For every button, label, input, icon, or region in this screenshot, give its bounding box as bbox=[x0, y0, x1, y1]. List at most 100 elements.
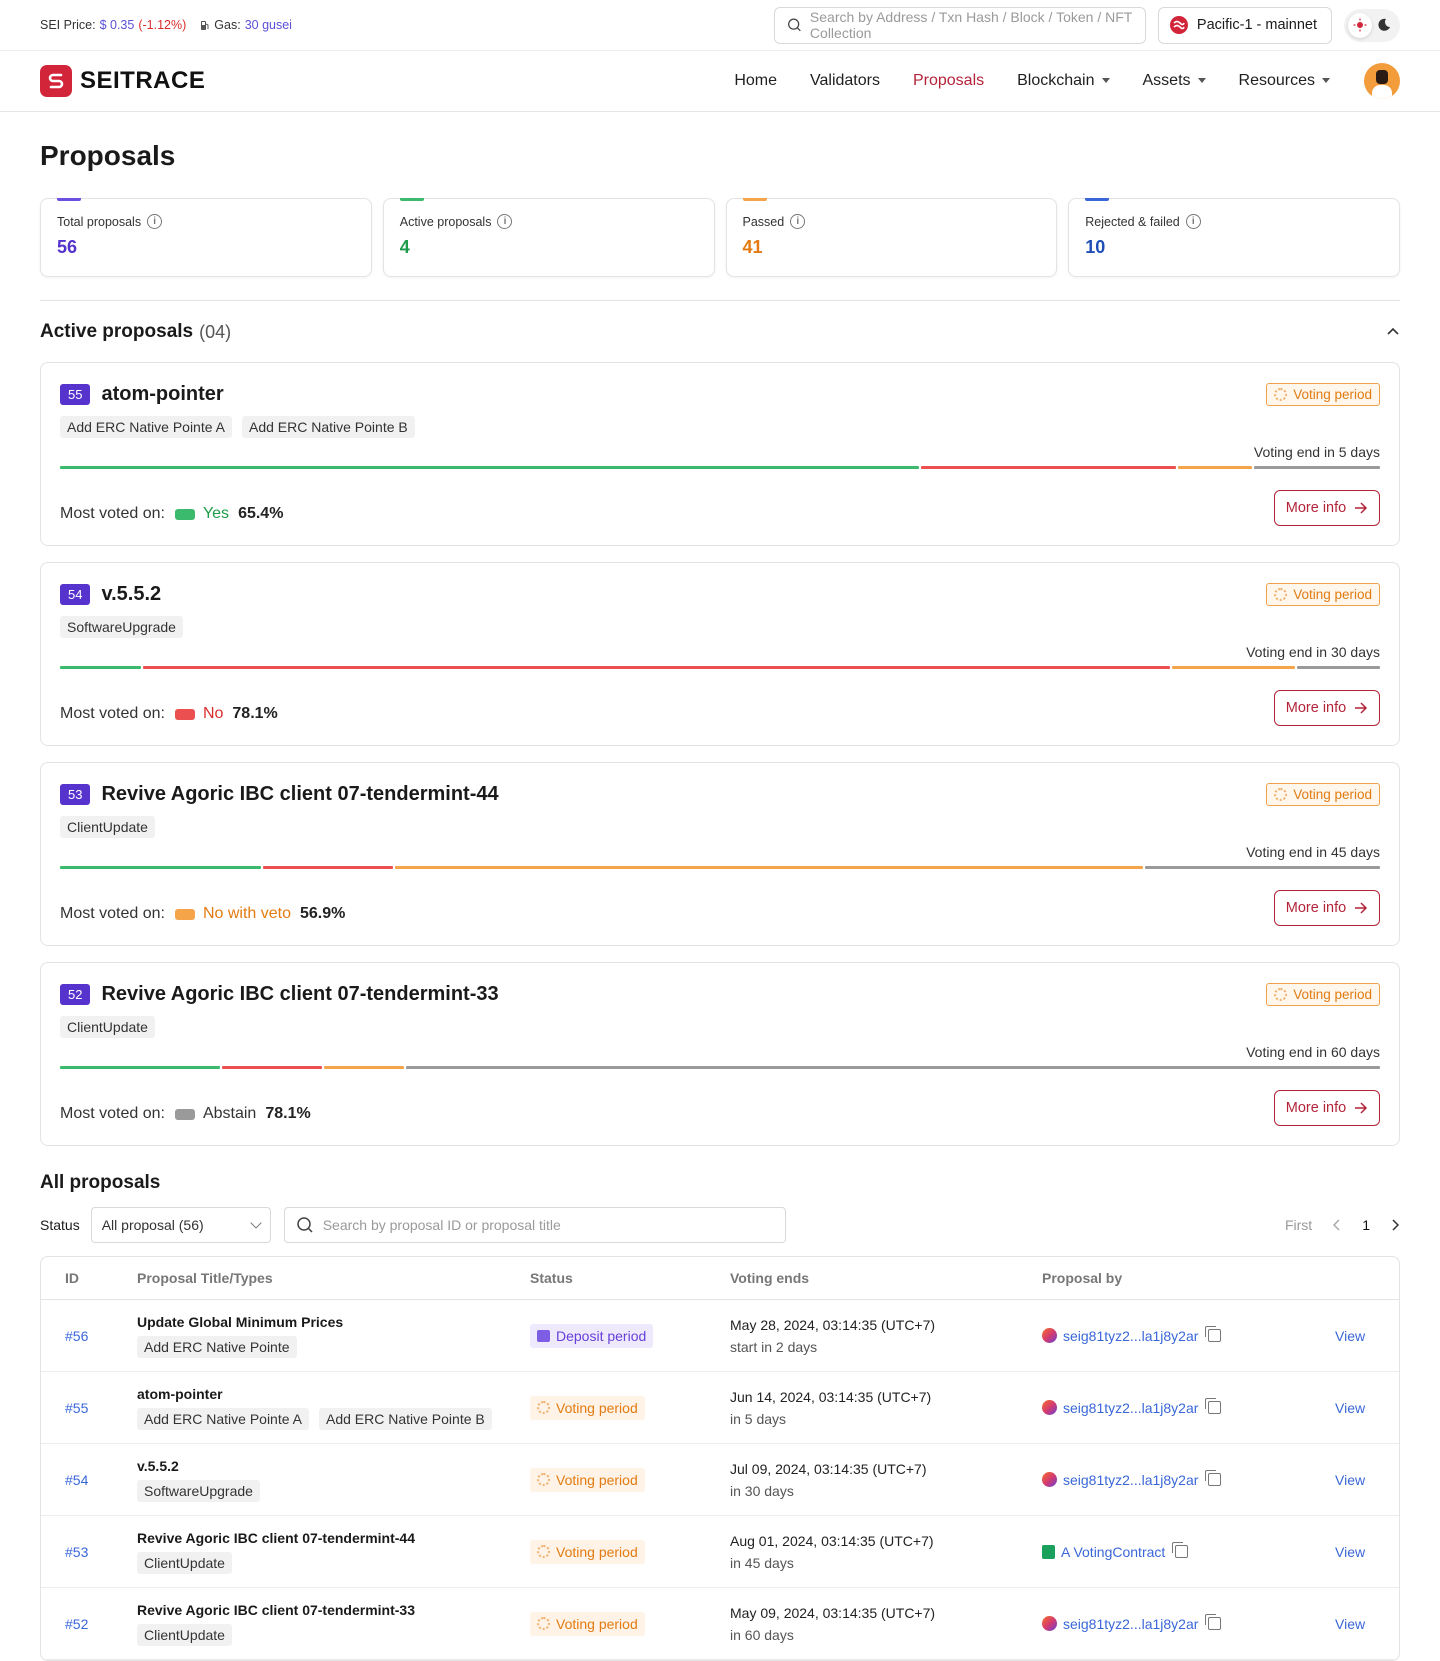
sei-price-value: $ 0.35 bbox=[99, 18, 135, 32]
theme-toggle[interactable] bbox=[1344, 8, 1400, 42]
voting-end-relative: in 60 days bbox=[730, 1626, 794, 1643]
proposal-title[interactable]: v.5.5.2 bbox=[137, 1458, 530, 1474]
vote-bar-yes bbox=[60, 666, 142, 669]
voting-end-text: Voting end in 30 days bbox=[1246, 644, 1380, 660]
proposer-link[interactable]: A VotingContract bbox=[1061, 1544, 1165, 1560]
global-search-placeholder: Search by Address / Txn Hash / Block / T… bbox=[809, 9, 1133, 41]
nav-validators[interactable]: Validators bbox=[810, 72, 880, 90]
chevron-left-icon[interactable] bbox=[1332, 1219, 1342, 1231]
voting-ends-cell: May 09, 2024, 03:14:35 (UTC+7) in 60 day… bbox=[730, 1605, 1042, 1643]
copy-icon[interactable] bbox=[1205, 1398, 1222, 1414]
copy-icon[interactable] bbox=[1205, 1326, 1222, 1342]
status-badge: Voting period bbox=[530, 1467, 645, 1492]
table-body: #56 Update Global Minimum Prices Add ERC… bbox=[41, 1300, 1399, 1660]
seitrace-logo[interactable]: SEITRACE bbox=[40, 65, 205, 97]
voting-end-date: May 09, 2024, 03:14:35 (UTC+7) bbox=[730, 1604, 936, 1621]
proposal-title[interactable]: Revive Agoric IBC client 07-tendermint-3… bbox=[137, 1602, 530, 1618]
brand-name: SEITRACE bbox=[80, 67, 206, 94]
proposer-link[interactable]: seig81tyz2...la1j8y2ar bbox=[1063, 1328, 1198, 1344]
active-proposal-card: 53 Revive Agoric IBC client 07-tendermin… bbox=[40, 762, 1400, 946]
divider bbox=[40, 300, 1400, 301]
proposal-title[interactable]: Revive Agoric IBC client 07-tendermint-3… bbox=[101, 983, 498, 1006]
chevron-up-icon[interactable] bbox=[1386, 325, 1400, 339]
copy-icon[interactable] bbox=[1205, 1614, 1222, 1630]
proposal-title[interactable]: atom-pointer bbox=[137, 1386, 530, 1402]
proposal-type-tag: Add ERC Native Pointe B bbox=[318, 1407, 492, 1430]
more-info-button[interactable]: More info bbox=[1274, 690, 1380, 726]
proposal-title[interactable]: v.5.5.2 bbox=[101, 583, 161, 606]
active-proposal-card: 52 Revive Agoric IBC client 07-tendermin… bbox=[40, 962, 1400, 1146]
nav-home[interactable]: Home bbox=[734, 72, 777, 90]
proposal-search-input[interactable]: Search by proposal ID or proposal title bbox=[283, 1207, 786, 1243]
gas-info: Gas: 30 gusei bbox=[200, 18, 292, 32]
status-select[interactable]: All proposal (56) bbox=[90, 1207, 271, 1243]
view-link[interactable]: View bbox=[1335, 1472, 1399, 1488]
view-link[interactable]: View bbox=[1335, 1400, 1399, 1416]
proposal-title[interactable]: Update Global Minimum Prices bbox=[137, 1314, 530, 1330]
moon-icon[interactable] bbox=[1372, 13, 1396, 38]
global-search-input[interactable]: Search by Address / Txn Hash / Block / T… bbox=[773, 6, 1146, 44]
stat-value: 56 bbox=[57, 237, 78, 257]
info-icon[interactable]: i bbox=[147, 214, 163, 229]
view-link[interactable]: View bbox=[1335, 1616, 1399, 1632]
page-title: Proposals bbox=[40, 140, 176, 171]
nav-assets[interactable]: Assets bbox=[1143, 72, 1206, 90]
most-voted-label: Most voted on: bbox=[60, 505, 165, 522]
proposer-link[interactable]: seig81tyz2...la1j8y2ar bbox=[1063, 1616, 1198, 1632]
more-info-button[interactable]: More info bbox=[1274, 490, 1380, 526]
more-info-button[interactable]: More info bbox=[1274, 1090, 1380, 1126]
voting-end-text: Voting end in 45 days bbox=[1246, 844, 1380, 860]
proposal-type-tag: Add ERC Native Pointe A bbox=[60, 416, 232, 438]
copy-icon[interactable] bbox=[1205, 1470, 1222, 1486]
most-voted: Most voted on: No 78.1% bbox=[60, 705, 278, 723]
proposal-id-badge: 54 bbox=[60, 584, 91, 605]
proposal-title[interactable]: Revive Agoric IBC client 07-tendermint-4… bbox=[101, 783, 498, 806]
vote-bar-no bbox=[143, 666, 1170, 669]
proposal-title[interactable]: atom-pointer bbox=[101, 383, 223, 406]
proposal-id-link[interactable]: #55 bbox=[41, 1400, 137, 1416]
vote-bar-veto bbox=[1178, 466, 1252, 469]
avatar[interactable] bbox=[1364, 63, 1400, 99]
sun-icon[interactable] bbox=[1348, 12, 1372, 38]
view-link[interactable]: View bbox=[1335, 1328, 1399, 1344]
proposer-link[interactable]: seig81tyz2...la1j8y2ar bbox=[1063, 1472, 1198, 1488]
active-proposal-card: 54 v.5.5.2 Voting period SoftwareUpgrade… bbox=[40, 562, 1400, 746]
nav-resources[interactable]: Resources bbox=[1239, 72, 1330, 90]
proposal-by-cell: seig81tyz2...la1j8y2ar bbox=[1042, 1398, 1335, 1416]
section-title: Active proposals bbox=[40, 321, 194, 342]
proposal-title[interactable]: Revive Agoric IBC client 07-tendermint-4… bbox=[137, 1530, 530, 1546]
active-proposal-list: 55 atom-pointer Voting period Add ERC Na… bbox=[40, 362, 1400, 1146]
pager-first-button[interactable]: First bbox=[1285, 1217, 1312, 1233]
nav-blockchain[interactable]: Blockchain bbox=[1017, 72, 1109, 90]
proposal-tags: ClientUpdate bbox=[137, 1551, 530, 1574]
chevron-down-icon bbox=[250, 1217, 262, 1229]
view-link[interactable]: View bbox=[1335, 1544, 1399, 1560]
col-id: ID bbox=[65, 1270, 79, 1286]
most-voted-label: Most voted on: bbox=[60, 1105, 165, 1122]
network-selector[interactable]: Pacific-1 - mainnet bbox=[1157, 6, 1332, 44]
arrow-right-icon bbox=[1355, 1102, 1368, 1114]
copy-icon[interactable] bbox=[1172, 1542, 1189, 1558]
proposal-title-cell: Update Global Minimum Prices Add ERC Nat… bbox=[137, 1314, 530, 1358]
proposal-tags: SoftwareUpgrade bbox=[60, 616, 1380, 638]
loading-icon bbox=[1274, 388, 1288, 401]
info-icon[interactable]: i bbox=[1185, 214, 1201, 229]
proposal-type-tag: SoftwareUpgrade bbox=[60, 616, 183, 638]
proposal-id-link[interactable]: #56 bbox=[41, 1328, 137, 1344]
pager-current-page[interactable]: 1 bbox=[1362, 1217, 1370, 1233]
proposer-link[interactable]: seig81tyz2...la1j8y2ar bbox=[1063, 1400, 1198, 1416]
info-icon[interactable]: i bbox=[790, 214, 806, 229]
proposal-type-tag: ClientUpdate bbox=[137, 1551, 232, 1574]
proposal-id-link[interactable]: #52 bbox=[41, 1616, 137, 1632]
stat-total-proposals: Total proposals i 56 bbox=[40, 198, 372, 277]
status-badge-label: Voting period bbox=[1293, 387, 1372, 402]
chevron-right-icon[interactable] bbox=[1390, 1219, 1400, 1231]
info-icon[interactable]: i bbox=[497, 214, 513, 229]
more-info-button[interactable]: More info bbox=[1274, 890, 1380, 926]
proposal-id-link[interactable]: #53 bbox=[41, 1544, 137, 1560]
status-select-value: All proposal (56) bbox=[101, 1217, 204, 1233]
sei-network-icon bbox=[1169, 16, 1188, 34]
nav-proposals[interactable]: Proposals bbox=[913, 72, 984, 90]
stat-rejected-failed: Rejected & failed i 10 bbox=[1068, 198, 1400, 277]
proposal-id-link[interactable]: #54 bbox=[41, 1472, 137, 1488]
